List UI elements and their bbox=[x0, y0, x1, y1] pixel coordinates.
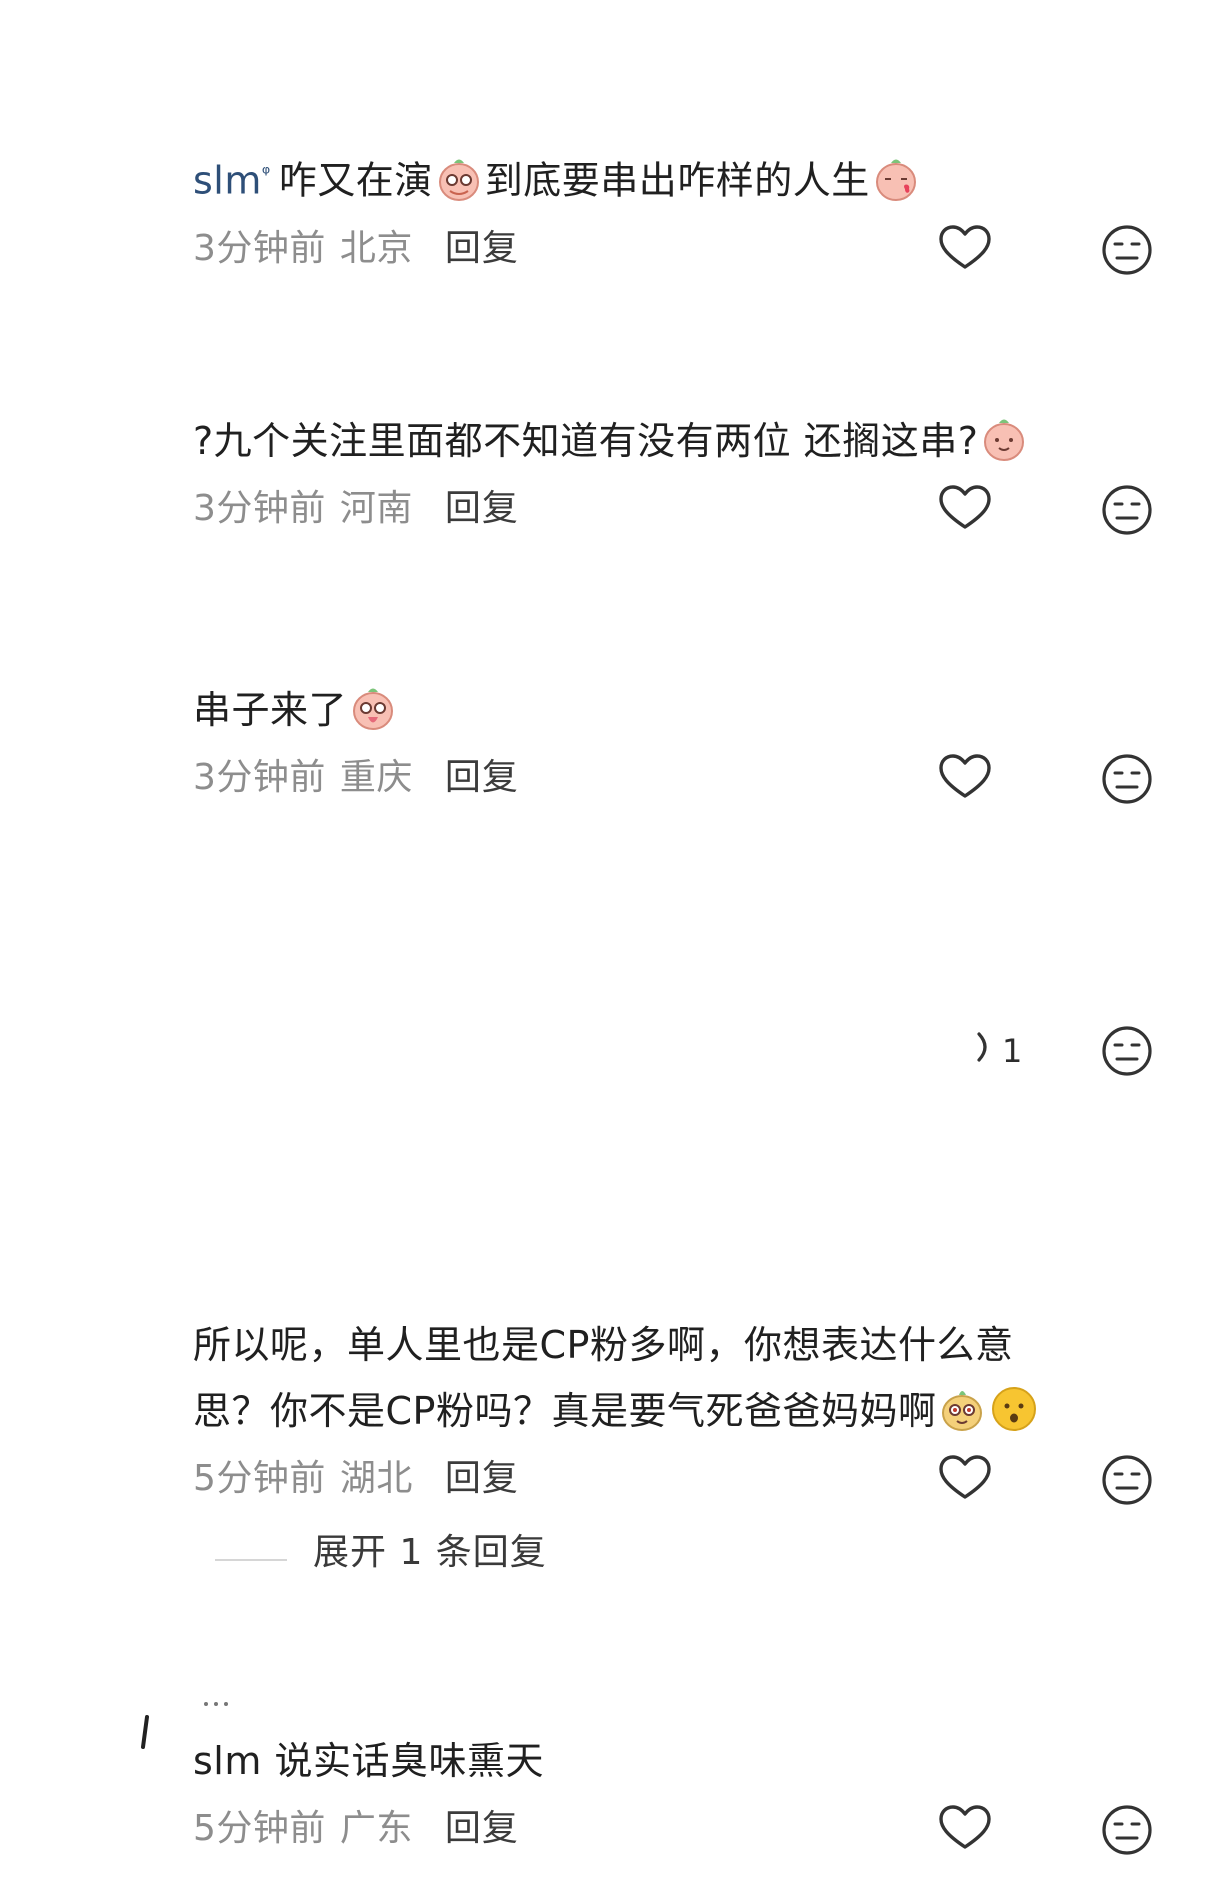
comment-text-part: 咋又在演 bbox=[278, 158, 433, 203]
pear-crazy-emoji-icon bbox=[942, 1391, 983, 1431]
reply-button[interactable]: 回复 bbox=[445, 1808, 519, 1849]
peach-kiss-emoji-icon bbox=[875, 159, 916, 201]
comment-meta: 5分钟前 湖北 回复 bbox=[193, 1444, 1206, 1514]
comment-text: 串子来了 bbox=[193, 677, 1206, 743]
peach-shy-emoji-icon bbox=[438, 159, 479, 201]
expressionless-face-icon[interactable] bbox=[1101, 1025, 1153, 1077]
comment-text-part: 思？你不是CP粉吗？真是要气死爸爸妈妈啊 bbox=[193, 1389, 937, 1433]
comment-time: 3分钟前 bbox=[193, 757, 326, 798]
heart-outline-icon[interactable] bbox=[937, 750, 993, 806]
comment-item: slmᵠ 咋又在演 到底要串出咋样的人生 3分钟前 北京 回复 bbox=[193, 140, 1206, 284]
comment-meta: 5分钟前 广东 回复 bbox=[193, 1794, 1206, 1864]
comment-text: slmᵠ 咋又在演 到底要串出咋样的人生 bbox=[193, 140, 1206, 214]
comment-item: 所以呢，单人里也是CP粉多啊，你想表达什么意 思？你不是CP粉吗？真是要气死爸爸… bbox=[193, 1312, 1206, 1514]
comment-text-line: 所以呢，单人里也是CP粉多啊，你想表达什么意 bbox=[193, 1323, 1014, 1367]
expressionless-face-icon[interactable] bbox=[1101, 753, 1153, 805]
comment-meta: 3分钟前 北京 回复 bbox=[193, 214, 1206, 284]
comment-item: 串子来了 3分钟前 重庆 回复 bbox=[193, 677, 1206, 813]
comment-time: 3分钟前 bbox=[193, 227, 326, 269]
peach-smile-emoji-icon bbox=[984, 419, 1025, 461]
heart-outline-icon[interactable] bbox=[937, 1801, 993, 1857]
comment-location: 河南 bbox=[339, 488, 413, 529]
comment-time: 5分钟前 bbox=[193, 1458, 326, 1499]
comment-text-part: 到底要串出咋样的人生 bbox=[484, 158, 870, 203]
heart-outline-icon[interactable] bbox=[937, 1451, 993, 1507]
comment-text: ?九个关注里面都不知道有没有两位 还搁这串? bbox=[193, 408, 1206, 474]
comment-text-part: 串子来了 bbox=[193, 688, 348, 732]
expressionless-face-icon[interactable] bbox=[1101, 1454, 1153, 1506]
comment-location: 北京 bbox=[339, 227, 413, 269]
comment-text: 思？你不是CP粉吗？真是要气死爸爸妈妈啊 bbox=[193, 1378, 1206, 1444]
search-hint-icon: ᵠ bbox=[261, 161, 271, 185]
speech-bubble-icon bbox=[977, 1032, 987, 1062]
heart-outline-icon[interactable] bbox=[937, 481, 993, 537]
comment-text: slm 说实话臭味熏天 bbox=[193, 1739, 544, 1783]
expressionless-face-icon[interactable] bbox=[1101, 1804, 1153, 1856]
comment-item: ?九个关注里面都不知道有没有两位 还搁这串? 3分钟前 河南 回复 bbox=[193, 408, 1206, 544]
peach-tongue-emoji-icon bbox=[353, 688, 394, 730]
expand-replies-label[interactable]: 展开 1 条回复 bbox=[313, 1532, 547, 1573]
comment-location: 广东 bbox=[339, 1808, 413, 1849]
username-edge bbox=[204, 1702, 228, 1706]
comment-list: slmᵠ 咋又在演 到底要串出咋样的人生 3分钟前 北京 回复 ?九个关注里面都不知道有… bbox=[0, 0, 1206, 1904]
reply-button[interactable]: 回复 bbox=[445, 757, 519, 798]
expand-replies-button[interactable]: 展开 1 条回复 bbox=[215, 1523, 547, 1583]
comment-meta: 3分钟前 重庆 回复 bbox=[193, 743, 1206, 813]
comment-time: 3分钟前 bbox=[193, 488, 326, 529]
comment-location: 湖北 bbox=[339, 1458, 413, 1499]
comment-username[interactable]: slm bbox=[193, 159, 262, 203]
expand-divider bbox=[215, 1558, 287, 1561]
comment-time: 5分钟前 bbox=[193, 1808, 326, 1849]
collapsed-comment-row: 1 bbox=[0, 1016, 1206, 1086]
expressionless-face-icon[interactable] bbox=[1101, 224, 1153, 276]
reply-button[interactable]: 回复 bbox=[445, 228, 519, 269]
reply-count: 1 bbox=[1002, 1032, 1023, 1070]
comment-meta: 3分钟前 河南 回复 bbox=[193, 474, 1206, 544]
expressionless-face-icon[interactable] bbox=[1101, 484, 1153, 536]
comment-item: slm 说实话臭味熏天 5分钟前 广东 回复 bbox=[193, 1728, 1206, 1864]
comment-text-part: ?九个关注里面都不知道有没有两位 还搁这串? bbox=[193, 419, 979, 463]
avatar-edge bbox=[141, 1715, 149, 1749]
heart-outline-icon[interactable] bbox=[937, 221, 993, 277]
worried-face-emoji-icon bbox=[992, 1387, 1037, 1431]
comment-location: 重庆 bbox=[339, 757, 413, 798]
reply-button[interactable]: 回复 bbox=[445, 1458, 519, 1499]
reply-button[interactable]: 回复 bbox=[445, 488, 519, 529]
